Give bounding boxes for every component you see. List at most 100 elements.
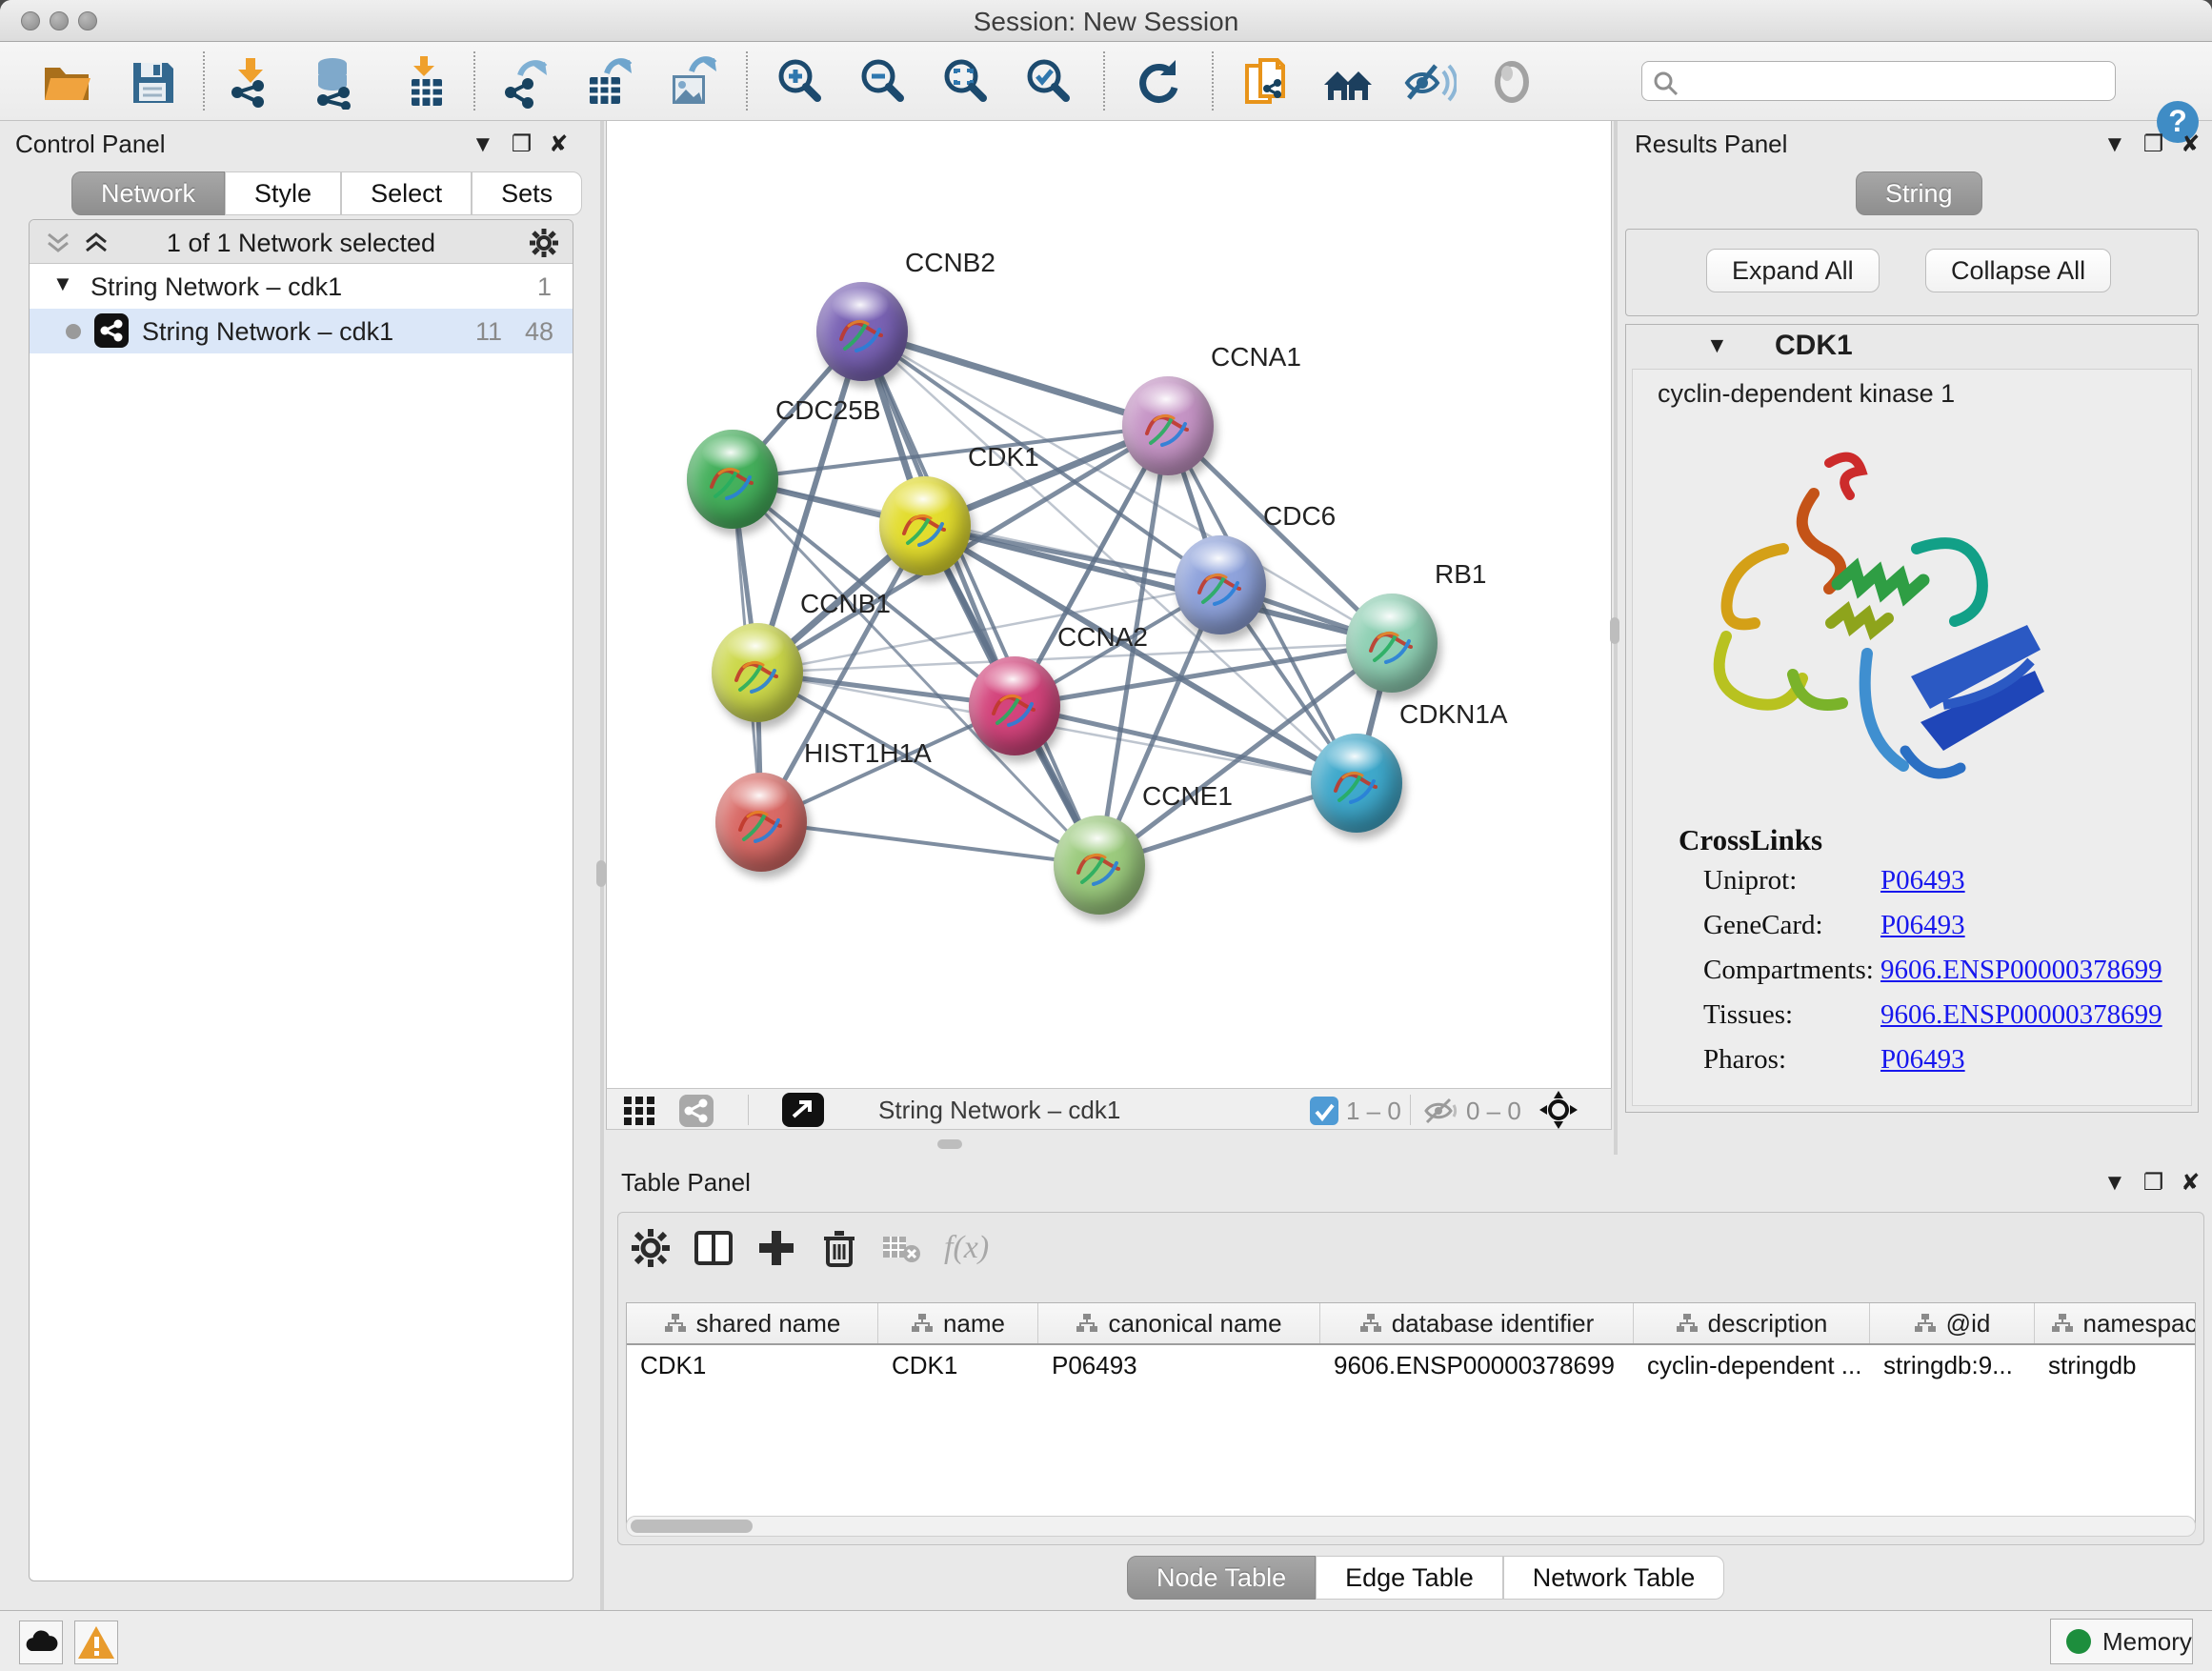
column-header-description[interactable]: description bbox=[1634, 1303, 1870, 1343]
zoom-in-icon[interactable] bbox=[773, 54, 828, 110]
eye-disabled-icon[interactable] bbox=[1485, 54, 1540, 110]
clone-network-icon[interactable] bbox=[1239, 54, 1295, 110]
application-window: Session: New Session bbox=[0, 0, 2212, 1671]
network-view-title: String Network – cdk1 bbox=[878, 1096, 1120, 1125]
delete-column-icon[interactable] bbox=[818, 1227, 860, 1269]
crosslink-link[interactable]: 9606.ENSP00000378699 bbox=[1880, 999, 2162, 1031]
home-layout-icon[interactable] bbox=[1320, 54, 1376, 110]
column-header-name[interactable]: name bbox=[878, 1303, 1038, 1343]
column-header-database-identifier[interactable]: database identifier bbox=[1320, 1303, 1634, 1343]
network-node-CCNA1[interactable] bbox=[1122, 376, 1214, 475]
cloud-status-button[interactable] bbox=[19, 1621, 63, 1664]
column-header-label: database identifier bbox=[1392, 1309, 1594, 1339]
network-collection-row[interactable]: ▼ String Network – cdk1 1 bbox=[30, 264, 573, 309]
hide-unhide-icon[interactable] bbox=[1401, 54, 1457, 110]
network-node-CCNA2[interactable] bbox=[969, 656, 1060, 755]
column-header-canonical-name[interactable]: canonical name bbox=[1038, 1303, 1320, 1343]
table-horizontal-scrollbar[interactable] bbox=[626, 1516, 2196, 1537]
table-row[interactable]: CDK1CDK1P064939606.ENSP00000378699cyclin… bbox=[627, 1345, 2195, 1387]
import-table-icon[interactable] bbox=[398, 54, 453, 110]
tab-style[interactable]: Style bbox=[225, 171, 341, 215]
search-input[interactable] bbox=[1686, 64, 2105, 96]
zoom-selected-icon[interactable] bbox=[1021, 54, 1076, 110]
tab-node-table[interactable]: Node Table bbox=[1127, 1556, 1316, 1600]
toolbar-search bbox=[1641, 61, 2116, 101]
zoom-out-icon[interactable] bbox=[855, 54, 911, 110]
collection-count: 1 bbox=[537, 272, 552, 302]
table-settings-gear-icon[interactable] bbox=[630, 1227, 672, 1269]
grid-view-icon[interactable] bbox=[624, 1097, 658, 1125]
save-session-icon[interactable] bbox=[125, 54, 180, 110]
network-node-RB1[interactable] bbox=[1346, 594, 1438, 693]
network-node-HIST1H1A[interactable] bbox=[715, 773, 807, 872]
tab-sets[interactable]: Sets bbox=[472, 171, 582, 215]
open-session-icon[interactable] bbox=[39, 54, 94, 110]
gene-name: CDK1 bbox=[1775, 330, 1853, 362]
panel-close-icon[interactable]: ✘ bbox=[2181, 1172, 2200, 1195]
toolbar-separator bbox=[473, 51, 475, 111]
import-network-icon[interactable] bbox=[225, 54, 280, 110]
right-splitter-handle[interactable] bbox=[1610, 617, 1619, 644]
left-splitter-handle[interactable] bbox=[596, 860, 606, 887]
column-header-shared-name[interactable]: shared name bbox=[627, 1303, 878, 1343]
open-view-icon[interactable] bbox=[782, 1093, 824, 1127]
add-column-icon[interactable] bbox=[755, 1227, 797, 1269]
panel-float-icon[interactable]: ❐ bbox=[2143, 133, 2164, 156]
node-label-CCNE1: CCNE1 bbox=[1142, 781, 1233, 812]
crosslinks-title: CrossLinks bbox=[1679, 823, 1822, 857]
panel-menu-icon[interactable]: ▼ bbox=[2103, 133, 2126, 156]
scrollbar-thumb[interactable] bbox=[631, 1520, 753, 1533]
network-node-CCNE1[interactable] bbox=[1054, 815, 1145, 915]
network-node-CDC6[interactable] bbox=[1175, 535, 1266, 634]
network-node-CDK1[interactable] bbox=[879, 476, 971, 575]
search-icon bbox=[1652, 70, 1680, 98]
network-node-CCNB2[interactable] bbox=[816, 282, 908, 381]
crosslink-link[interactable]: 9606.ENSP00000378699 bbox=[1880, 955, 2162, 986]
column-header-label: canonical name bbox=[1108, 1309, 1281, 1339]
panel-close-icon[interactable]: ✘ bbox=[549, 133, 568, 156]
birdseye-icon[interactable] bbox=[1538, 1090, 1579, 1130]
column-header-namespac[interactable]: namespac bbox=[2035, 1303, 2196, 1343]
tab-edge-table[interactable]: Edge Table bbox=[1316, 1556, 1503, 1600]
tab-network[interactable]: Network bbox=[71, 171, 225, 215]
edge-CCNB2-CCNE1 bbox=[862, 332, 1099, 865]
import-network-from-database-icon[interactable] bbox=[308, 54, 363, 110]
panel-float-icon[interactable]: ❐ bbox=[512, 133, 533, 156]
tab-string[interactable]: String bbox=[1856, 171, 1982, 215]
gene-section: ▼ CDK1 cyclin-dependent kinase 1 bbox=[1625, 324, 2199, 1113]
hidden-eye-icon[interactable] bbox=[1422, 1097, 1460, 1125]
gene-section-header[interactable]: ▼ CDK1 bbox=[1626, 325, 2198, 369]
expand-all-button[interactable]: Expand All bbox=[1706, 249, 1880, 292]
crosslink-link[interactable]: P06493 bbox=[1880, 910, 1965, 941]
network-node-CDC25B[interactable] bbox=[687, 430, 778, 529]
zoom-fit-icon[interactable] bbox=[938, 54, 994, 110]
network-canvas[interactable]: CCNB2CCNA1CDC25BCDK1CDC6RB1CCNB1CCNA2CDK… bbox=[606, 121, 1612, 1088]
panel-menu-icon[interactable]: ▼ bbox=[2103, 1172, 2126, 1195]
panel-menu-icon[interactable]: ▼ bbox=[472, 133, 494, 156]
show-columns-icon[interactable] bbox=[693, 1227, 734, 1269]
collapse-all-button[interactable]: Collapse All bbox=[1925, 249, 2111, 292]
memory-button[interactable]: Memory bbox=[2050, 1619, 2193, 1664]
column-header--id[interactable]: @id bbox=[1870, 1303, 2035, 1343]
collection-expander-icon[interactable]: ▼ bbox=[52, 272, 73, 296]
export-network-icon[interactable] bbox=[499, 54, 554, 110]
section-expander-icon[interactable]: ▼ bbox=[1706, 332, 1728, 358]
crosslink-link[interactable]: P06493 bbox=[1880, 865, 1965, 896]
refresh-icon[interactable] bbox=[1130, 54, 1185, 110]
tab-network-table[interactable]: Network Table bbox=[1503, 1556, 1725, 1600]
panel-float-icon[interactable]: ❐ bbox=[2143, 1172, 2164, 1195]
network-edge-count: 48 bbox=[525, 317, 553, 347]
bottom-splitter-handle[interactable] bbox=[937, 1139, 962, 1149]
network-row[interactable]: String Network – cdk1 11 48 bbox=[30, 309, 573, 353]
export-image-icon[interactable] bbox=[665, 54, 720, 110]
panel-close-icon[interactable]: ✘ bbox=[2181, 133, 2200, 156]
tab-select[interactable]: Select bbox=[341, 171, 472, 215]
gear-icon[interactable] bbox=[529, 228, 559, 258]
share-view-icon[interactable] bbox=[679, 1095, 714, 1127]
network-node-CCNB1[interactable] bbox=[712, 623, 803, 722]
warning-status-button[interactable] bbox=[74, 1621, 118, 1664]
selected-checkbox-icon[interactable] bbox=[1310, 1097, 1338, 1125]
network-node-CDKN1A[interactable] bbox=[1311, 734, 1402, 833]
export-table-icon[interactable] bbox=[582, 54, 637, 110]
crosslink-link[interactable]: P06493 bbox=[1880, 1044, 1965, 1076]
